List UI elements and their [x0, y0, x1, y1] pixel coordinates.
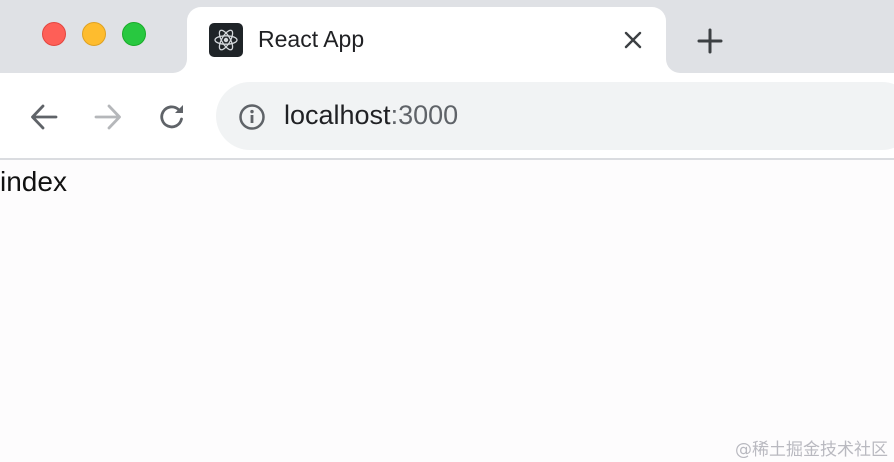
- close-icon[interactable]: [621, 28, 645, 52]
- address-bar[interactable]: localhost:3000: [216, 82, 894, 150]
- forward-button[interactable]: [91, 100, 125, 134]
- page-text: index: [0, 166, 67, 197]
- plus-icon: [697, 28, 723, 54]
- url-host: localhost: [284, 100, 391, 130]
- window-close-button[interactable]: [42, 22, 66, 46]
- window-zoom-button[interactable]: [122, 22, 146, 46]
- react-logo-icon: [209, 23, 243, 57]
- arrow-right-icon: [94, 104, 121, 130]
- tab-strip: React App: [0, 0, 894, 73]
- new-tab-button[interactable]: [695, 26, 725, 56]
- reload-icon: [160, 105, 183, 129]
- page-content: index @稀土掘金技术社区: [0, 160, 894, 462]
- url-port: :3000: [390, 100, 459, 130]
- watermark: @稀土掘金技术社区: [735, 440, 888, 460]
- tab-react-app[interactable]: React App: [187, 7, 666, 73]
- window-minimize-button[interactable]: [82, 22, 106, 46]
- arrow-left-icon: [31, 104, 58, 130]
- browser-toolbar: localhost:3000: [0, 73, 894, 160]
- url-text[interactable]: localhost:3000: [284, 100, 458, 131]
- info-icon[interactable]: [238, 103, 266, 131]
- tab-title: React App: [258, 26, 365, 52]
- reload-button[interactable]: [155, 100, 189, 134]
- back-button[interactable]: [27, 100, 61, 134]
